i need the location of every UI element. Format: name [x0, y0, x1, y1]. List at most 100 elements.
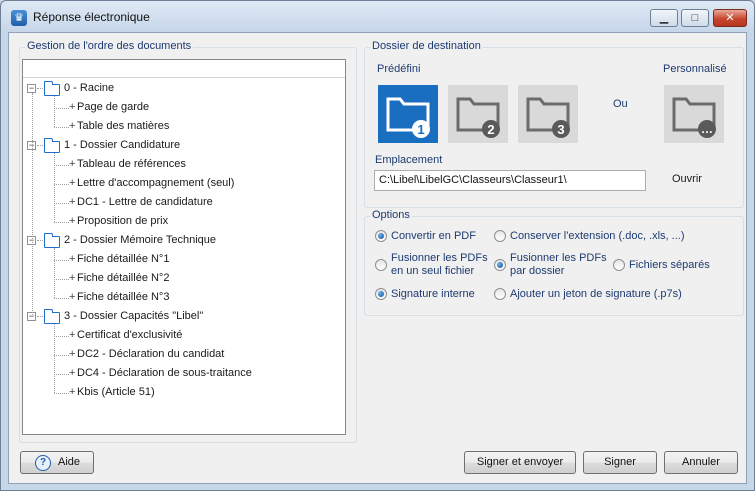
trophy-icon: ♛	[11, 10, 27, 26]
tree-document-label: DC4 - Déclaration de sous-traitance	[77, 367, 252, 379]
merge-single-radio[interactable]	[375, 259, 387, 271]
folder-icon	[44, 81, 60, 96]
custom-folder-button[interactable]: …	[664, 85, 724, 143]
predefined-folder-2[interactable]: 2	[448, 85, 508, 143]
tree-document-row[interactable]: + Table des matières	[23, 117, 343, 136]
predefined-folder-1[interactable]: 1	[378, 85, 438, 143]
folder-icon	[44, 138, 60, 153]
tree-document-label: Kbis (Article 51)	[77, 386, 155, 398]
keep-extension-label: Conserver l'extension (.doc, .xls, ...)	[510, 230, 685, 242]
tree-document-row[interactable]: + Tableau de références	[23, 155, 343, 174]
tree-document-row[interactable]: + Certificat d'exclusivité	[23, 326, 343, 345]
merge-single-line2: en un seul fichier	[391, 265, 475, 277]
tree-folder-label: 0 - Racine	[64, 82, 115, 94]
document-icon: +	[69, 386, 76, 398]
tree-document-label: Fiche détaillée N°3	[77, 291, 170, 303]
tree-document-label: Page de garde	[77, 101, 150, 113]
document-order-group-label: Gestion de l'ordre des documents	[25, 40, 194, 52]
internal-signature-radio[interactable]	[375, 288, 387, 300]
tree-connector	[37, 88, 43, 89]
folder-icon	[44, 309, 60, 324]
tree-document-row[interactable]: + Fiche détaillée N°1	[23, 250, 343, 269]
dialog-window: ♛ Réponse électronique ▁ □ ✕ Gestion de …	[0, 0, 755, 491]
document-icon: +	[69, 291, 76, 303]
document-icon: +	[69, 348, 76, 360]
maximize-button[interactable]: □	[681, 9, 709, 27]
tree-folder-row[interactable]: − 0 - Racine	[23, 79, 343, 98]
tree-document-row[interactable]: + DC1 - Lettre de candidature	[23, 193, 343, 212]
signature-token-label: Ajouter un jeton de signature (.p7s)	[510, 288, 682, 300]
tree-connector	[54, 222, 69, 223]
tree-guide-line	[54, 153, 55, 222]
separate-files-radio[interactable]	[613, 259, 625, 271]
internal-signature-label: Signature interne	[391, 288, 475, 300]
close-button[interactable]: ✕	[713, 9, 747, 27]
tree-document-row[interactable]: + DC2 - Déclaration du candidat	[23, 345, 343, 364]
tree-guide-line	[54, 96, 55, 127]
cancel-button[interactable]: Annuler	[664, 451, 738, 474]
tree-folder-label: 2 - Dossier Mémoire Technique	[64, 234, 217, 246]
document-icon: +	[69, 215, 76, 227]
tree-document-row[interactable]: + Fiche détaillée N°3	[23, 288, 343, 307]
tree-document-label: DC2 - Déclaration du candidat	[77, 348, 225, 360]
keep-extension-radio[interactable]	[494, 230, 506, 242]
merge-folder-radio[interactable]	[494, 259, 506, 271]
tree-document-row[interactable]: + Kbis (Article 51)	[23, 383, 343, 402]
custom-label: Personnalisé	[663, 63, 727, 75]
tree-folder-row[interactable]: −1 - Dossier Candidature	[23, 136, 343, 155]
merge-folder-line1: Fusionner les PDFs	[510, 252, 607, 264]
document-icon: +	[69, 329, 76, 341]
document-icon: +	[69, 101, 76, 113]
folder-badge-1: 1	[417, 122, 424, 137]
predefined-folder-3[interactable]: 3	[518, 85, 578, 143]
folder-badge-3: 3	[557, 122, 564, 137]
window-title: Réponse électronique	[33, 10, 150, 24]
tree-document-row[interactable]: + Fiche détaillée N°2	[23, 269, 343, 288]
tree-document-row[interactable]: + Page de garde	[23, 98, 343, 117]
open-link[interactable]: Ouvrir	[672, 173, 702, 185]
document-tree[interactable]: −0 - Racine + Page de garde + Table des mati…	[22, 59, 346, 435]
merge-single-line1: Fusionner les PDFs	[391, 252, 488, 264]
tree-document-row[interactable]: + Proposition de prix	[23, 212, 343, 231]
sign-and-send-button[interactable]: Signer et envoyer	[464, 451, 576, 474]
tree-connector	[37, 145, 43, 146]
signature-token-radio[interactable]	[494, 288, 506, 300]
tree-connector	[54, 298, 69, 299]
tree-connector	[54, 108, 69, 109]
tree-connector	[54, 127, 69, 128]
collapse-icon[interactable]: −	[27, 84, 36, 93]
tree-guide-line	[54, 248, 55, 298]
location-label: Emplacement	[375, 154, 443, 166]
location-field[interactable]: C:\Libel\LibelGC\Classeurs\Classeur1\	[374, 170, 646, 191]
tree-document-row[interactable]: + DC4 - Déclaration de sous-traitance	[23, 364, 343, 383]
tree-connector	[54, 374, 69, 375]
title-bar[interactable]: ♛ Réponse électronique ▁ □ ✕	[1, 1, 754, 31]
tree-root-guide-line	[32, 93, 33, 317]
tree-folder-label: 3 - Dossier Capacités "Libel"	[64, 310, 204, 322]
custom-folder-badge: …	[701, 122, 713, 136]
merge-folder-line2: par dossier	[510, 265, 565, 277]
tree-document-label: Fiche détaillée N°2	[77, 272, 170, 284]
help-icon: ?	[35, 455, 51, 471]
tree-connector	[37, 316, 43, 317]
document-icon: +	[69, 367, 76, 379]
tree-guide-line	[54, 324, 55, 393]
separate-files-label: Fichiers séparés	[629, 259, 710, 271]
tree-folder-row[interactable]: −3 - Dossier Capacités "Libel"	[23, 307, 343, 326]
tree-connector	[37, 240, 43, 241]
help-button-label: Aide	[57, 456, 81, 468]
document-icon: +	[69, 272, 76, 284]
sign-button[interactable]: Signer	[583, 451, 657, 474]
tree-folder-label: 1 - Dossier Candidature	[64, 139, 181, 151]
tree-connector	[54, 184, 69, 185]
minimize-button[interactable]: ▁	[650, 9, 678, 27]
tree-document-label: Fiche détaillée N°1	[77, 253, 170, 265]
tree-document-row[interactable]: + Lettre d'accompagnement (seul)	[23, 174, 343, 193]
help-button[interactable]: ? Aide	[20, 451, 94, 474]
tree-document-label: Lettre d'accompagnement (seul)	[77, 177, 235, 189]
convert-pdf-radio[interactable]	[375, 230, 387, 242]
dialog-client-area: Gestion de l'ordre des documents − 0 - Ra…	[8, 32, 747, 484]
tree-folder-row[interactable]: −2 - Dossier Mémoire Technique	[23, 231, 343, 250]
tree-connector	[54, 393, 69, 394]
document-icon: +	[69, 196, 76, 208]
